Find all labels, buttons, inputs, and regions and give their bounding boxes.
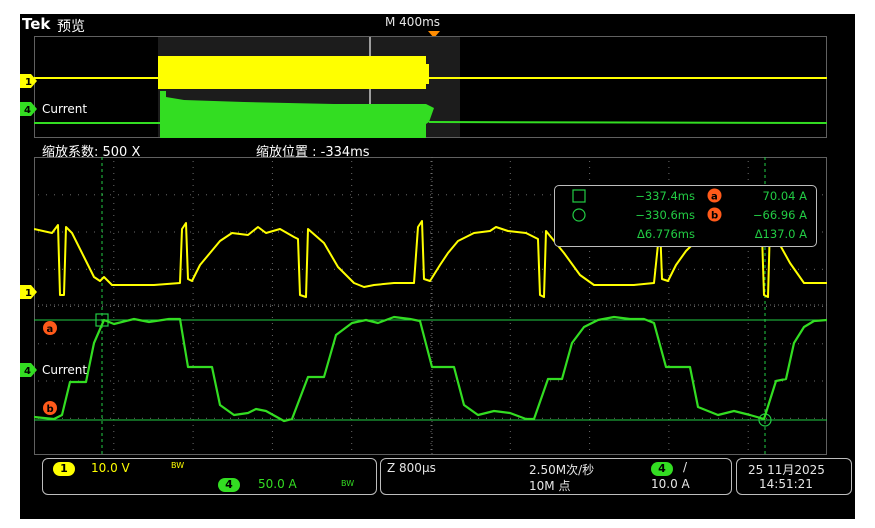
trigger-source-badge: 4 xyxy=(651,462,673,476)
ch4-scale: 50.0 A xyxy=(258,477,297,491)
zoom-ch1-marker[interactable]: 1 xyxy=(20,285,38,299)
trigger-level: 10.0 A xyxy=(651,477,690,491)
time-label: 14:51:21 xyxy=(759,477,813,491)
cursor-a-icon: a xyxy=(707,188,722,203)
mode-label: 预览 xyxy=(57,19,85,35)
cursor-1-time: −337.4ms xyxy=(635,189,695,203)
cursor-readout-panel: −337.4ms a 70.04 A −330.6ms b −66.96 A Δ… xyxy=(554,185,817,247)
cursor-a-value: 70.04 A xyxy=(762,189,807,203)
brand-logo: Tek xyxy=(22,15,51,33)
svg-text:1: 1 xyxy=(25,288,32,299)
cursor-delta-value: Δ137.0 A xyxy=(754,227,807,241)
channel-settings-panel[interactable]: 1 10.0 V BW 4 50.0 A BW xyxy=(42,458,377,495)
cursor-2-circle-icon xyxy=(572,208,586,222)
ch1-scale: 10.0 V xyxy=(91,461,130,475)
datetime-panel[interactable]: 25 11月2025 14:51:21 xyxy=(736,458,852,495)
ch1-badge: 1 xyxy=(53,462,75,476)
date-label: 25 11月2025 xyxy=(748,463,825,477)
cursor-b-marker[interactable]: b xyxy=(42,400,58,416)
ch1-bandwidth-icon: BW xyxy=(171,461,185,470)
cursor-b-icon: b xyxy=(707,207,722,222)
trigger-slope-icon: / xyxy=(683,460,688,474)
sample-rate: 2.50M次/秒 xyxy=(529,463,595,477)
zoom-ch4-label: Current xyxy=(42,363,88,377)
svg-text:a: a xyxy=(711,192,718,203)
zoom-ch4-marker[interactable]: 4 xyxy=(20,363,38,377)
svg-text:4: 4 xyxy=(24,105,31,116)
overview-graticule xyxy=(34,36,827,138)
cursor-2-time: −330.6ms xyxy=(635,208,695,222)
overview-ch4-marker[interactable]: 4 xyxy=(20,102,38,116)
horizontal-trigger-panel[interactable]: Z 800μs 2.50M次/秒 10M 点 4 / 10.0 A xyxy=(380,458,732,495)
record-points: 10M 点 xyxy=(529,479,571,493)
svg-text:4: 4 xyxy=(24,366,31,377)
scope-screen: Tek 预览 M 400ms 1 4 Current 缩放系数: 500 X 缩… xyxy=(20,14,855,519)
cursor-a-marker[interactable]: a xyxy=(42,320,58,336)
zoom-ch4-waveform xyxy=(34,315,827,423)
ch4-bandwidth-icon: BW xyxy=(341,479,355,488)
zoom-time-scale: Z 800μs xyxy=(387,461,436,475)
ch4-badge: 4 xyxy=(218,478,240,492)
svg-text:b: b xyxy=(47,404,54,415)
cursor-delta-time: Δ6.776ms xyxy=(637,227,695,241)
svg-text:b: b xyxy=(711,211,718,222)
cursor-b-value: −66.96 A xyxy=(752,208,807,222)
svg-text:1: 1 xyxy=(25,77,32,88)
overview-ch4-label: Current xyxy=(42,102,88,116)
svg-text:a: a xyxy=(47,324,54,335)
cursor-1-square-icon xyxy=(572,189,586,203)
record-length-label: M 400ms xyxy=(385,15,441,29)
overview-ch1-marker[interactable]: 1 xyxy=(20,74,38,88)
